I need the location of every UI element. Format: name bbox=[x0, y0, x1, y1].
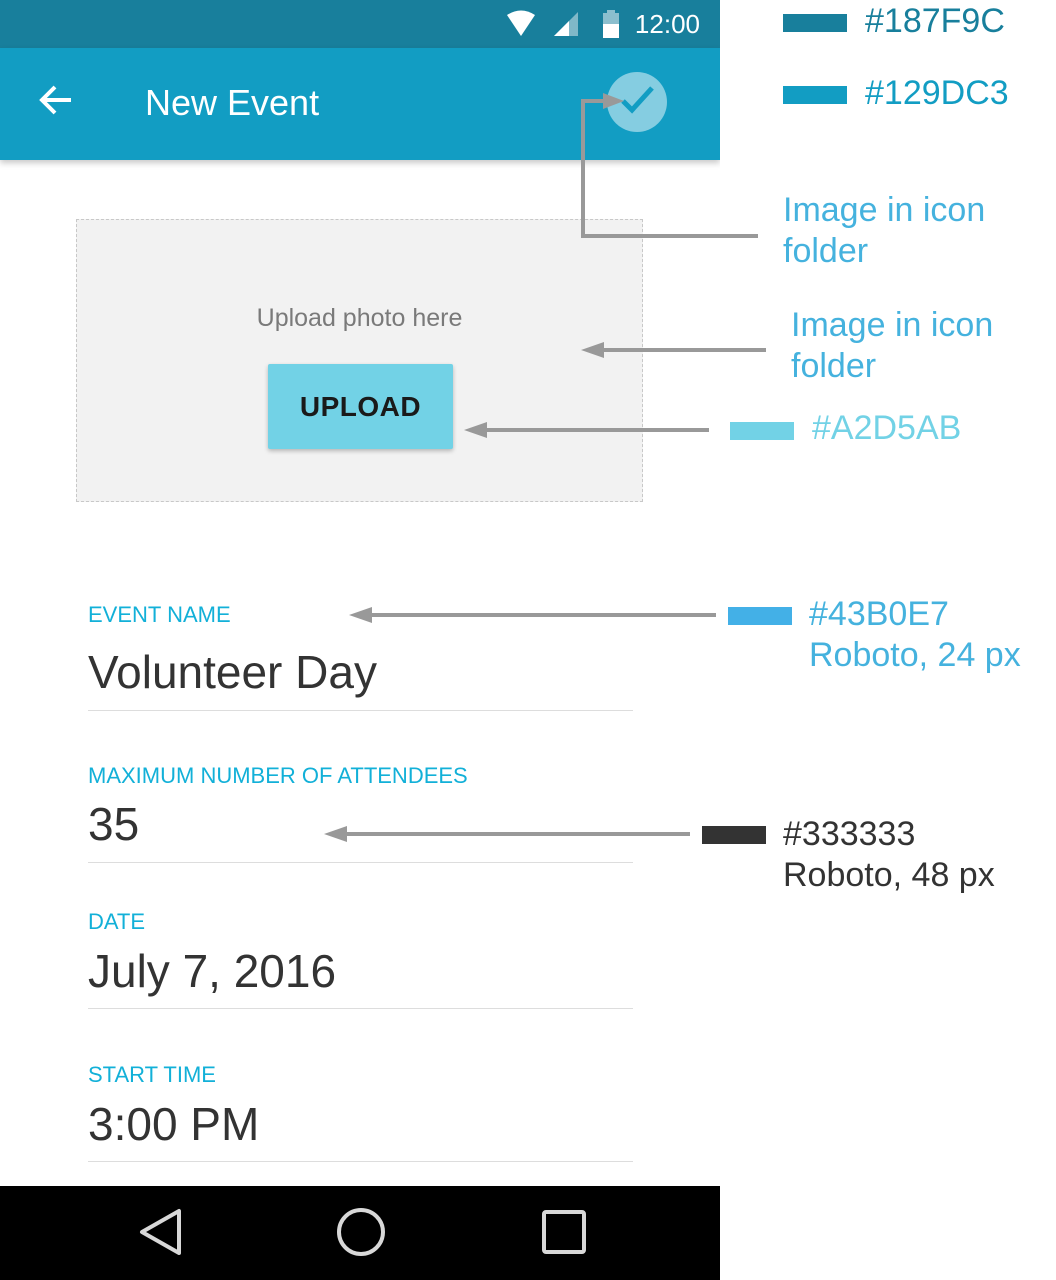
nav-back-button[interactable] bbox=[134, 1208, 186, 1260]
attendees-field[interactable]: MAXIMUM NUMBER OF ATTENDEES 35 bbox=[88, 763, 633, 863]
back-button[interactable] bbox=[28, 74, 84, 130]
app-bar-color-swatch bbox=[783, 86, 847, 104]
label-spec-line-2: Roboto, 24 px bbox=[809, 636, 1021, 674]
attendees-input[interactable]: 35 bbox=[88, 797, 139, 851]
signal-icon bbox=[552, 10, 580, 43]
arrow-back-icon bbox=[38, 82, 74, 123]
phone-screen: 12:00 New Event Upload photo here UPLOAD… bbox=[0, 0, 720, 1280]
label-color-swatch bbox=[728, 607, 792, 625]
date-input[interactable]: July 7, 2016 bbox=[88, 944, 336, 998]
system-nav-bar bbox=[0, 1186, 720, 1280]
event-name-label: EVENT NAME bbox=[88, 602, 231, 627]
start-time-input[interactable]: 3:00 PM bbox=[88, 1097, 259, 1151]
status-bar-color-note: #187F9C bbox=[865, 2, 1005, 40]
photo-note-line-1: Image in icon bbox=[791, 306, 994, 344]
triangle-back-icon bbox=[137, 1207, 183, 1262]
battery-icon bbox=[602, 10, 620, 43]
status-bar: 12:00 bbox=[0, 0, 720, 48]
upload-button-color-swatch bbox=[730, 422, 794, 440]
value-spec-line-1: #333333 bbox=[783, 815, 916, 853]
label-spec-line-1: #43B0E7 bbox=[809, 595, 949, 633]
status-bar-color-swatch bbox=[783, 14, 847, 32]
event-name-input[interactable]: Volunteer Day bbox=[88, 645, 377, 699]
upload-button[interactable]: UPLOAD bbox=[268, 364, 453, 449]
save-check-button[interactable] bbox=[607, 72, 667, 132]
value-spec-line-2: Roboto, 48 px bbox=[783, 856, 995, 894]
app-bar: New Event bbox=[0, 48, 720, 160]
wifi-icon bbox=[506, 10, 536, 43]
square-recents-icon bbox=[540, 1208, 588, 1261]
circle-home-icon bbox=[335, 1206, 387, 1263]
nav-home-button[interactable] bbox=[335, 1206, 387, 1263]
photo-upload-area[interactable]: Upload photo here UPLOAD bbox=[76, 219, 643, 502]
event-name-field[interactable]: EVENT NAME Volunteer Day bbox=[88, 600, 633, 711]
date-field[interactable]: DATE July 7, 2016 bbox=[88, 908, 633, 1009]
check-icon-note-line-2: folder bbox=[783, 232, 869, 270]
nav-recents-button[interactable] bbox=[538, 1208, 590, 1260]
check-icon bbox=[617, 80, 657, 125]
check-icon-note-line-1: Image in icon bbox=[783, 191, 986, 229]
page-title: New Event bbox=[145, 82, 320, 123]
date-label: DATE bbox=[88, 909, 146, 934]
start-time-field[interactable]: START TIME 3:00 PM bbox=[88, 1061, 633, 1162]
value-color-swatch bbox=[702, 826, 766, 844]
photo-note-line-2: folder bbox=[791, 347, 877, 385]
status-clock: 12:00 bbox=[634, 9, 700, 39]
app-bar-color-note: #129DC3 bbox=[865, 74, 1009, 112]
upload-hint: Upload photo here bbox=[256, 304, 463, 332]
start-time-label: START TIME bbox=[88, 1062, 216, 1087]
attendees-label: MAXIMUM NUMBER OF ATTENDEES bbox=[88, 763, 468, 788]
upload-button-color-note: #A2D5AB bbox=[812, 409, 962, 447]
